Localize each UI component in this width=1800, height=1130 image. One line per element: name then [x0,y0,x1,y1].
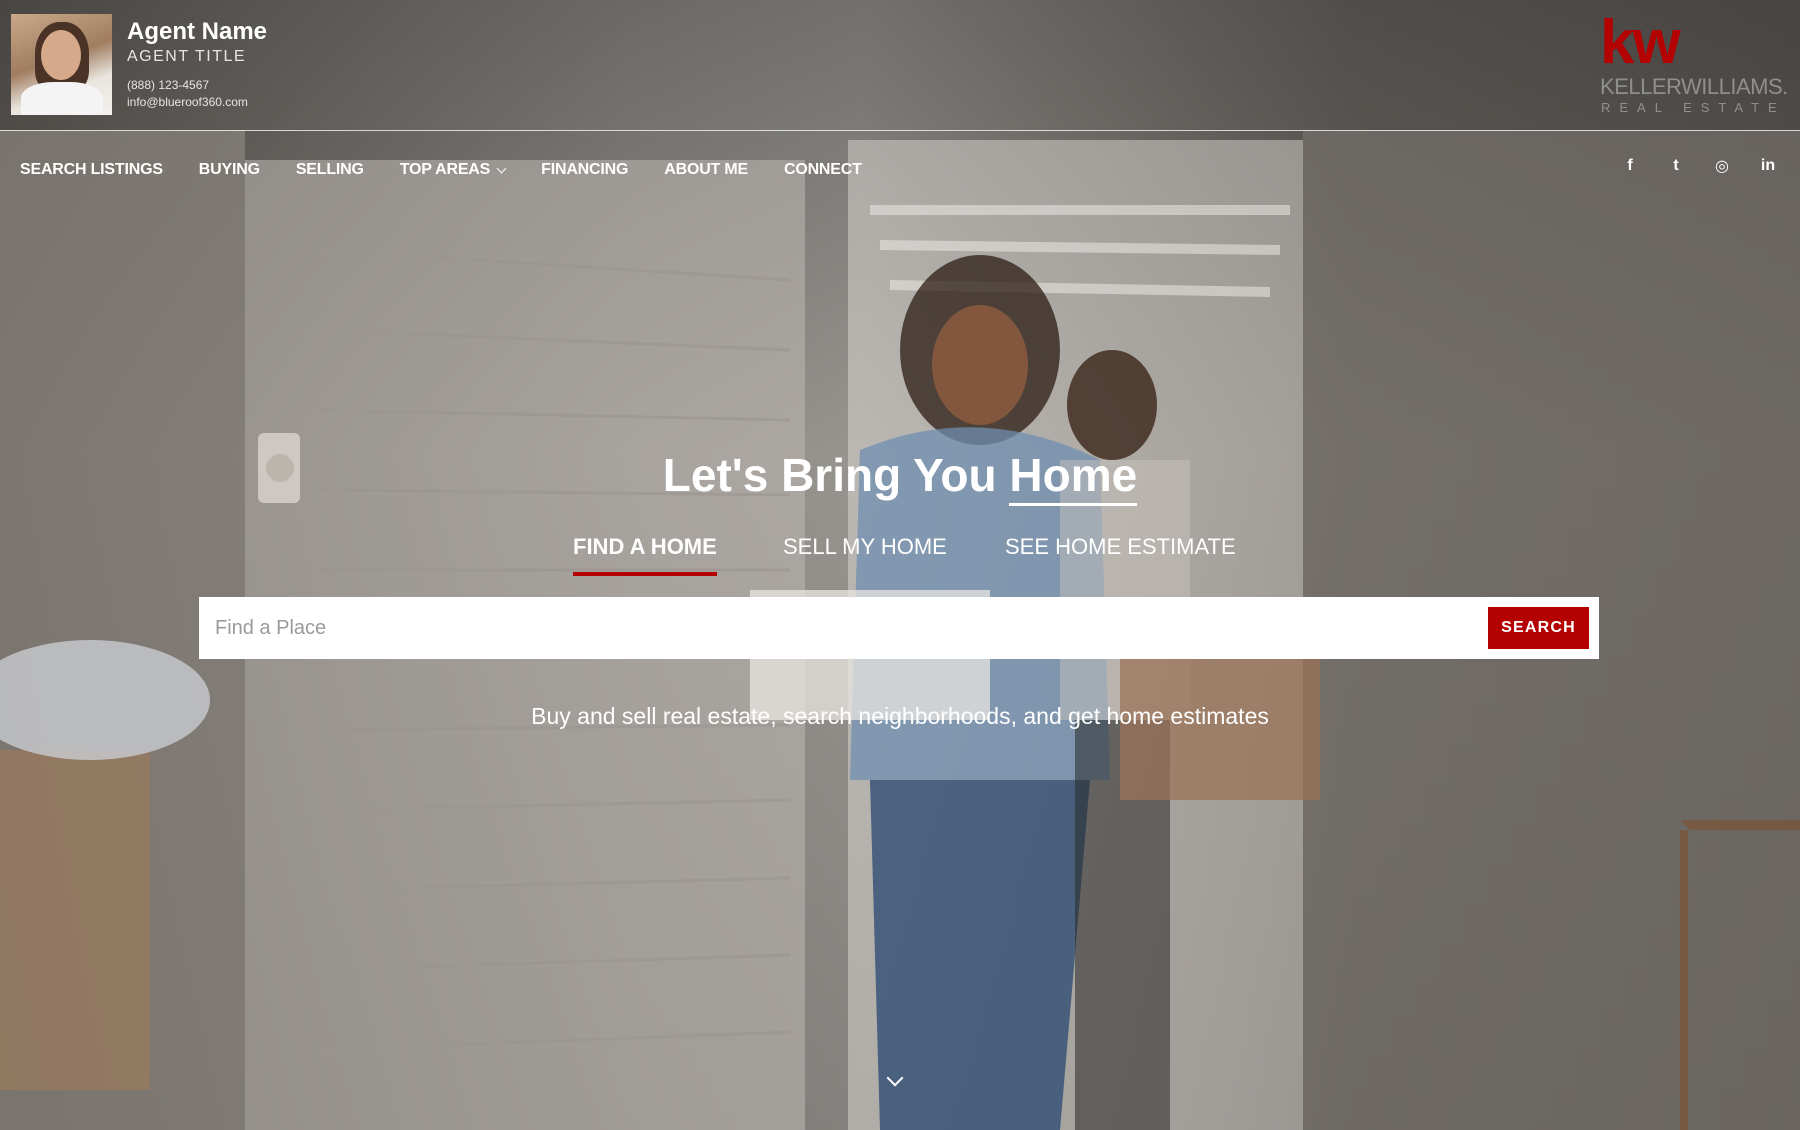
site-header: Agent Name AGENT TITLE (888) 123-4567 in… [0,0,1800,131]
instagram-icon[interactable]: ◎ [1712,156,1732,176]
brand-name: KELLERWILLIAMS. [1600,74,1788,99]
chevron-down-icon [496,163,507,173]
search-mode-tabs: FIND A HOME SELL MY HOME SEE HOME ESTIMA… [0,534,1800,584]
tab-see-home-estimate[interactable]: SEE HOME ESTIMATE [1005,534,1236,572]
hero-title-prefix: Let's Bring You [662,449,1010,501]
nav-selling[interactable]: SELLING [296,160,364,180]
hero-subtitle: Buy and sell real estate, search neighbo… [531,703,1269,729]
social-links: f t ◎ in [1620,156,1778,176]
nav-search-listings[interactable]: SEARCH LISTINGS [20,160,163,180]
nav-about-me[interactable]: ABOUT ME [664,160,748,180]
hero-title-highlight: Home [1009,449,1138,506]
keller-williams-logo[interactable]: kw KELLERWILLIAMS. REAL ESTATE [1598,12,1788,120]
facebook-icon[interactable]: f [1620,156,1640,176]
search-input[interactable] [199,597,1488,659]
nav-buying[interactable]: BUYING [199,160,260,180]
main-nav: SEARCH LISTINGS BUYING SELLING TOP AREAS… [20,160,862,180]
tab-sell-my-home[interactable]: SELL MY HOME [783,534,947,572]
tab-find-a-home[interactable]: FIND A HOME [573,534,717,576]
agent-title: AGENT TITLE [127,48,247,65]
agent-email[interactable]: info@blueroof360.com [127,95,248,109]
nav-financing[interactable]: FINANCING [541,160,628,180]
agent-phone[interactable]: (888) 123-4567 [127,78,209,92]
kw-logo-mark: kw [1600,8,1681,77]
agent-avatar[interactable] [11,14,112,115]
nav-connect[interactable]: CONNECT [784,160,862,180]
brand-subtitle: REAL ESTATE [1601,100,1786,115]
search-button[interactable]: SEARCH [1488,607,1589,649]
nav-top-areas[interactable]: TOP AREAS [399,160,507,180]
linkedin-icon[interactable]: in [1758,156,1778,176]
agent-name[interactable]: Agent Name [127,18,267,46]
twitter-icon[interactable]: t [1666,156,1686,176]
nav-top-areas-label: TOP AREAS [399,161,491,178]
search-bar: SEARCH [199,597,1599,659]
hero-title: Let's Bring You Home [0,448,1800,506]
